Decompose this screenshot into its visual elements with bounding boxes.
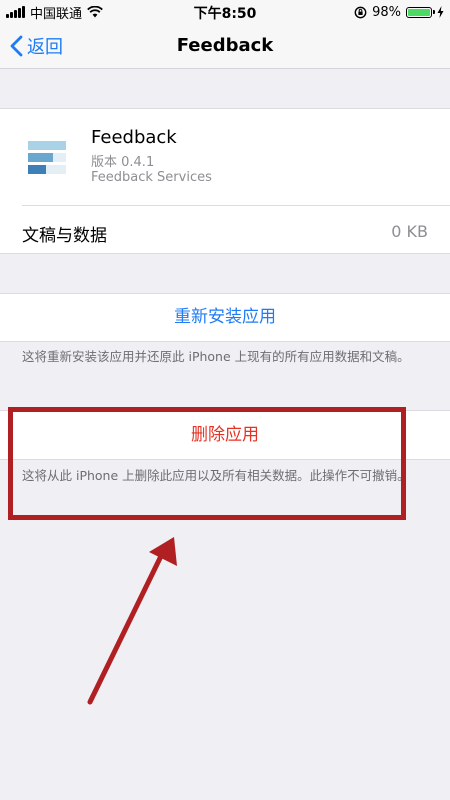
app-vendor: Feedback Services: [91, 170, 212, 185]
reinstall-app-button[interactable]: 重新安装应用: [0, 293, 450, 342]
documents-data-size: 0 KB: [391, 222, 428, 241]
divider: [22, 205, 450, 206]
documents-data-label: 文稿与数据: [22, 226, 107, 246]
battery-percent: 98%: [372, 4, 401, 20]
app-name: Feedback: [91, 127, 177, 148]
app-version: 版本 0.4.1: [91, 155, 155, 170]
battery-icon: [406, 6, 435, 18]
navigation-bar: 返回 Feedback: [0, 24, 450, 69]
app-info-card: Feedback 版本 0.4.1 Feedback Services 文稿与数…: [0, 108, 450, 254]
status-right: 98%: [354, 3, 444, 21]
charging-icon: [437, 6, 444, 18]
reinstall-footnote: 这将重新安装该应用并还原此 iPhone 上现有的所有应用数据和文稿。: [22, 349, 410, 364]
page-title: Feedback: [176, 35, 274, 56]
orientation-lock-icon: [354, 6, 367, 18]
status-bar: 中国联通 下午8:50 98%: [0, 0, 450, 24]
annotation-highlight-box: [8, 407, 406, 520]
app-icon: [28, 141, 66, 174]
